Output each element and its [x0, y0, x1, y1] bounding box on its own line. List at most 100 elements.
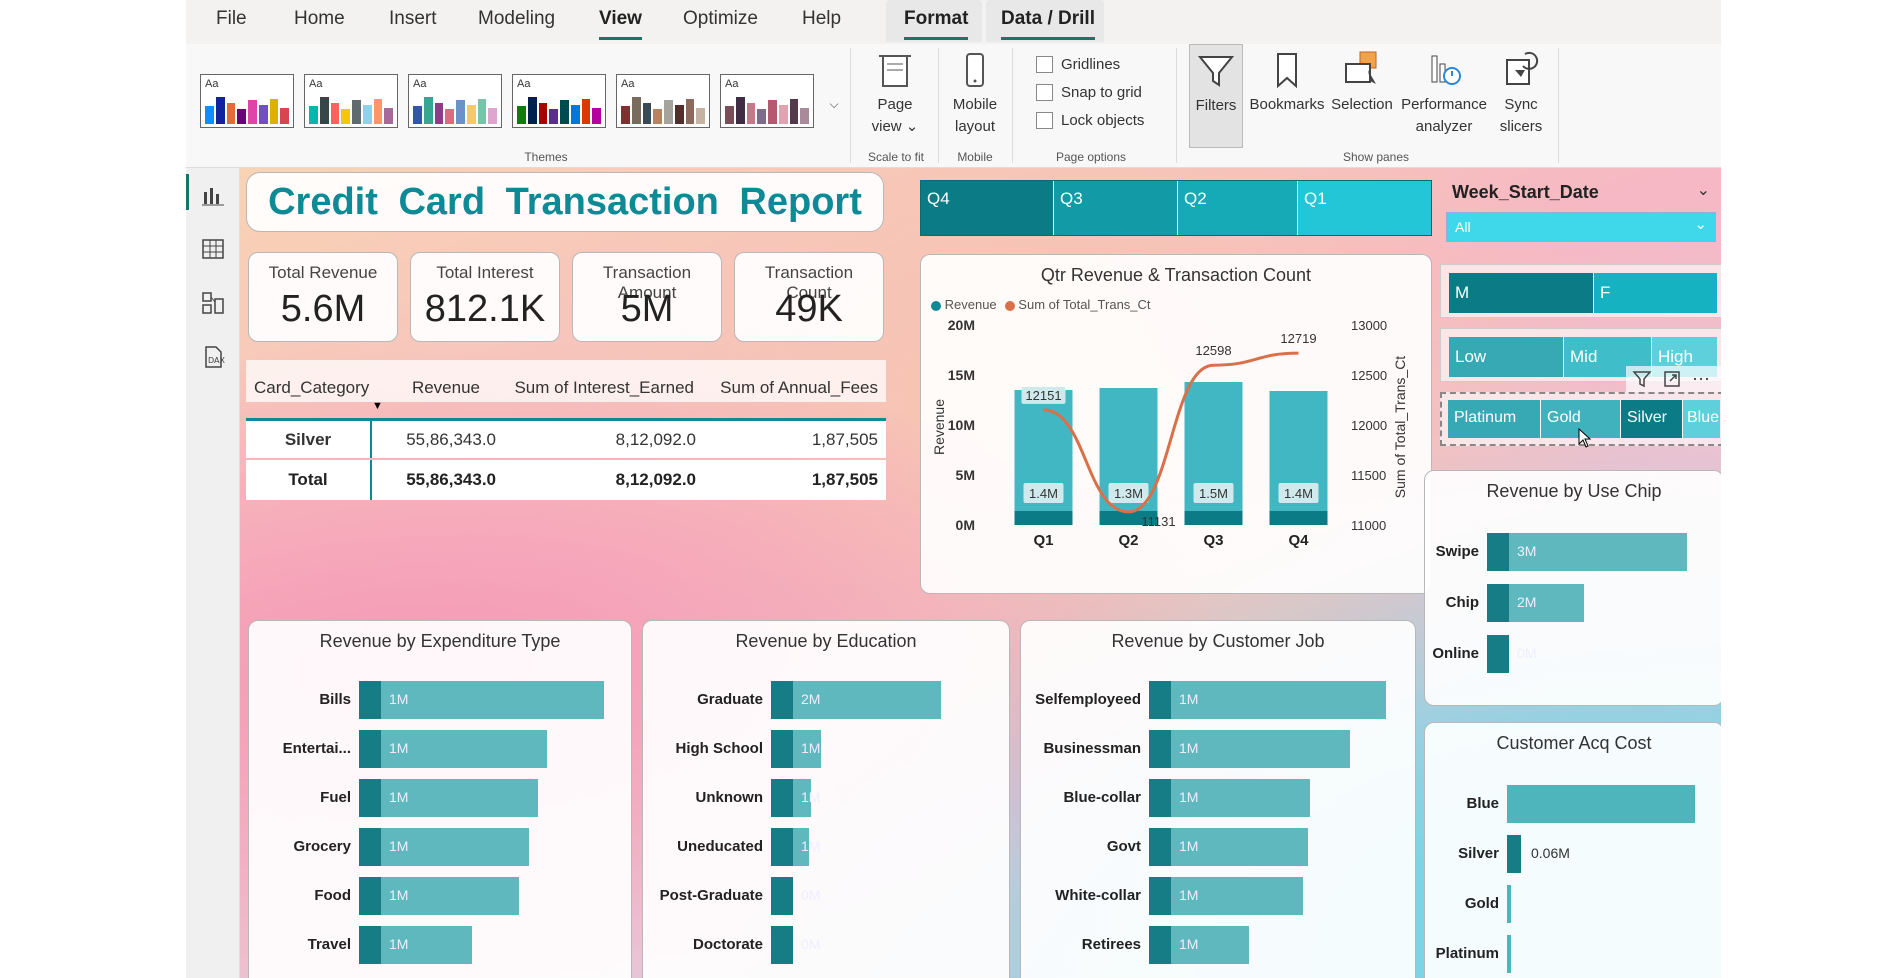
table-header-row: Card_Category Revenue Sum of Interest_Ea… [246, 378, 886, 398]
bar-row[interactable]: Chip 2M [1446, 584, 1687, 622]
focus-mode-icon[interactable] [1662, 369, 1682, 389]
bar [1149, 877, 1304, 915]
revenue-by-expenditure-chart: Revenue by Expenditure Type Bills 1M Entert… [248, 620, 632, 978]
slicer-silver[interactable]: Silver [1620, 400, 1682, 438]
slicer-q4[interactable]: Q4 [921, 181, 1053, 235]
col-annual-fees[interactable]: Sum of Annual_Fees [694, 378, 878, 398]
bar-row[interactable]: Fuel 1M [320, 779, 604, 817]
lock-objects-checkbox[interactable]: Lock objects [1036, 112, 1144, 129]
bookmarks-button[interactable]: Bookmarks [1248, 50, 1326, 116]
sort-desc-icon[interactable]: ▼ [372, 400, 383, 412]
revenue-bar-base [1269, 511, 1328, 525]
theme-1[interactable]: Aa [200, 74, 294, 128]
slicer-q3[interactable]: Q3 [1053, 181, 1177, 235]
theme-2[interactable]: Aa [304, 74, 398, 128]
checkbox-box [1036, 112, 1053, 129]
bar-row[interactable]: High School 1M [676, 730, 941, 768]
bar-row[interactable]: Graduate 2M [697, 681, 941, 719]
divider [1012, 48, 1013, 163]
slicer-f[interactable]: F [1593, 273, 1717, 313]
menu-file[interactable]: File [216, 8, 247, 30]
bar-row[interactable]: Grocery 1M [293, 828, 604, 866]
bar-row[interactable]: Businessman 1M [1043, 730, 1386, 768]
col-card-category[interactable]: Card_Category [246, 378, 382, 398]
ribbon: Aa Aa Aa Aa Aa Aa ⌵ Themes Page view ⌄ S… [186, 44, 1721, 168]
theme-3[interactable]: Aa [408, 74, 502, 128]
menu-data-drill[interactable]: Data / Drill [1001, 8, 1095, 40]
cell: 8,12,092.0 [615, 470, 696, 489]
slicer-m[interactable]: M [1449, 273, 1593, 313]
bar-row[interactable]: Online 0M [1432, 635, 1687, 673]
slicer-q1[interactable]: Q1 [1297, 181, 1431, 235]
slicer-platinum[interactable]: Platinum [1448, 400, 1540, 438]
bar-row[interactable]: Doctorate 0M [693, 926, 941, 964]
menu-insert[interactable]: Insert [389, 8, 437, 30]
page-view-label: Page view [871, 96, 913, 135]
mobile-layout-button[interactable]: Mobile layout [944, 50, 1006, 138]
chevron-down-icon[interactable]: ⌄ [1697, 180, 1710, 200]
theme-4[interactable]: Aa [512, 74, 606, 128]
bar-row[interactable]: Swipe 3M [1436, 533, 1687, 571]
bar-row[interactable]: Silver 0.06M [1458, 835, 1695, 873]
filter-icon[interactable] [1632, 369, 1652, 389]
sync-slicers-button[interactable]: Sync slicers [1490, 50, 1552, 138]
report-view-icon[interactable] [200, 182, 226, 208]
y-tick-label: 20M [948, 317, 975, 333]
slicer-q2[interactable]: Q2 [1177, 181, 1297, 235]
menu-format[interactable]: Format [904, 8, 969, 40]
more-options-icon[interactable]: ⋯ [1692, 369, 1710, 390]
y-tick-label: 15M [948, 367, 975, 383]
menu-help[interactable]: Help [802, 8, 841, 30]
col-revenue[interactable]: Revenue [382, 378, 480, 398]
filters-button[interactable]: Filters [1189, 44, 1243, 148]
theme-6[interactable]: Aa [720, 74, 814, 128]
bar-row[interactable]: Travel 1M [308, 926, 604, 964]
gridlines-checkbox[interactable]: Gridlines [1036, 56, 1120, 73]
data-label: 1.3M [1114, 486, 1143, 501]
group-mobile-label: Mobile [957, 150, 993, 164]
performance-analyzer-icon [1431, 55, 1461, 85]
dax-query-icon[interactable]: DAX [200, 344, 226, 370]
bar-highlight [1507, 835, 1521, 873]
page-view-button[interactable]: Page view ⌄ [862, 50, 928, 138]
model-view-icon[interactable] [200, 290, 226, 316]
slicer-blue[interactable]: Blue [1682, 400, 1720, 438]
bar-row[interactable]: Platinum [1436, 935, 1695, 973]
week-dropdown[interactable]: All ⌄ [1446, 212, 1716, 242]
menu-view[interactable]: View [599, 8, 642, 40]
bar-row[interactable]: Food 1M [314, 877, 604, 915]
theme-5[interactable]: Aa [616, 74, 710, 128]
revenue-by-use-chip-chart: Revenue by Use Chip Swipe 3M Chip 2M Online 0M [1424, 470, 1721, 706]
selection-button[interactable]: Selection [1326, 50, 1398, 116]
bar-row[interactable]: Retirees 1M [1082, 926, 1386, 964]
col-interest[interactable]: Sum of Interest_Earned [480, 378, 694, 398]
bar-row[interactable]: Unknown 1M [696, 779, 941, 817]
bar-row[interactable]: Blue [1466, 785, 1695, 823]
bar-row[interactable]: Gold [1465, 885, 1695, 923]
kpi-value: 812.1K [424, 288, 546, 330]
bar-data-label: 0M [801, 887, 821, 903]
bar-row[interactable]: Selfemployeed 1M [1035, 681, 1386, 719]
bar [359, 877, 520, 915]
bar-row[interactable]: White-collar 1M [1055, 877, 1386, 915]
bar-row[interactable]: Post-Graduate 0M [660, 877, 941, 915]
cell: 8,12,092.0 [615, 429, 696, 449]
menu-modeling[interactable]: Modeling [478, 8, 555, 30]
snap-to-grid-checkbox[interactable]: Snap to grid [1036, 84, 1142, 101]
bar-row[interactable]: Uneducated 1M [677, 828, 941, 866]
bar-highlight [771, 926, 793, 964]
themes-expand-icon[interactable]: ⌵ [826, 64, 842, 144]
bar-row[interactable]: Blue-collar 1M [1063, 779, 1386, 817]
data-label: 1.4M [1284, 486, 1313, 501]
menu-home[interactable]: Home [294, 8, 345, 30]
table-view-icon[interactable] [200, 236, 226, 262]
bar-row[interactable]: Entertai... 1M [283, 730, 604, 768]
bar-highlight [1149, 730, 1171, 768]
performance-analyzer-button[interactable]: Performance analyzer [1396, 50, 1492, 138]
bar-row[interactable]: Govt 1M [1107, 828, 1386, 866]
menu-optimize[interactable]: Optimize [683, 8, 758, 30]
slicer-low[interactable]: Low [1449, 337, 1563, 377]
bar-data-label: 1M [801, 789, 821, 805]
bar [771, 681, 941, 719]
bar-row[interactable]: Bills 1M [319, 681, 604, 719]
